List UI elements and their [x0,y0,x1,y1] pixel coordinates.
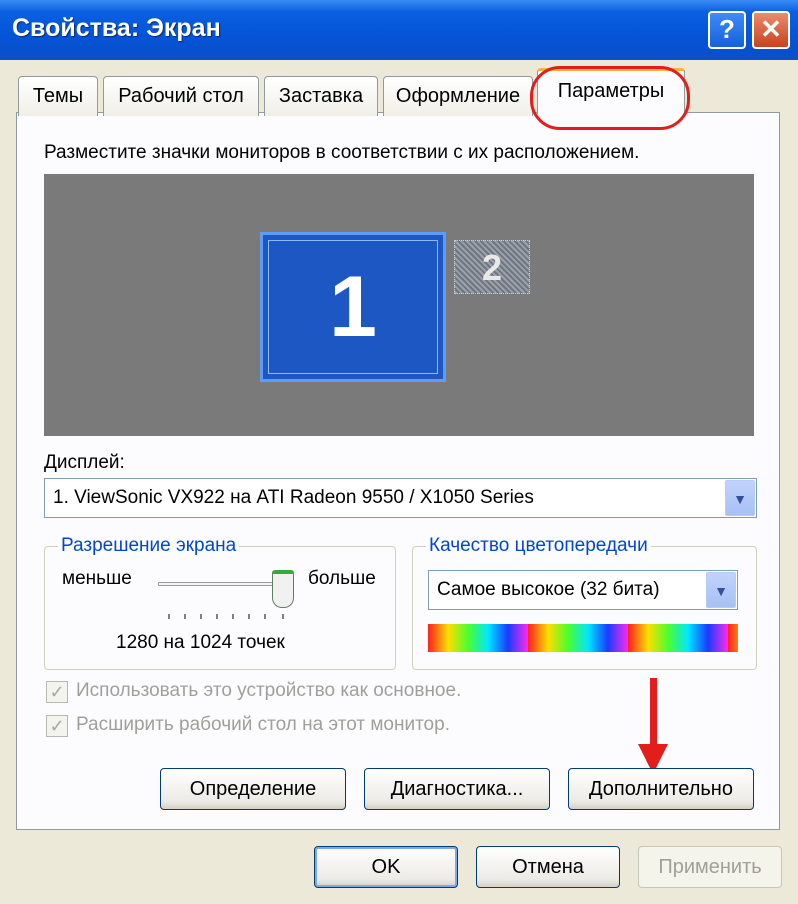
monitor-arrangement-area: 1 2 [44,174,754,436]
slider-tick [184,614,186,619]
monitor-1-selection [268,240,438,374]
arrange-instruction: Разместите значки мониторов в соответств… [44,142,640,163]
monitor-2[interactable]: 2 [454,240,530,294]
color-quality-select[interactable]: Самое высокое (32 бита) ▼ [428,570,738,610]
tab-highlight-circle [530,66,690,130]
tab-screensaver[interactable]: Заставка [264,76,378,116]
display-select-value: 1. ViewSonic VX922 на ATI Radeon 9550 / … [53,487,534,508]
slider-tick [264,614,266,619]
window-title: Свойства: Экран [12,14,221,42]
check-icon[interactable]: ✓ [46,681,68,703]
resolution-more-label: больше [308,568,376,589]
display-select[interactable]: 1. ViewSonic VX922 на ATI Radeon 9550 / … [44,478,757,518]
resolution-title: Разрешение экрана [58,535,240,557]
color-quality-title: Качество цветопередачи [426,535,651,557]
slider-tick [248,614,250,619]
tab-themes[interactable]: Темы [18,76,98,116]
apply-button[interactable]: Применить [638,846,782,888]
help-button[interactable]: ? [708,11,746,49]
slider-tick [216,614,218,619]
chevron-down-icon[interactable]: ▼ [706,572,736,608]
troubleshoot-button[interactable]: Диагностика... [364,768,550,810]
tab-appearance[interactable]: Оформление [383,76,533,116]
advanced-button[interactable]: Дополнительно [568,768,754,810]
resolution-slider-thumb[interactable] [272,570,294,608]
monitor-2-number: 2 [481,247,503,288]
primary-device-label: Использовать это устройство как основное… [76,680,462,701]
slider-tick [282,614,284,619]
color-quality-value: Самое высокое (32 бита) [437,579,660,600]
check-icon[interactable]: ✓ [46,715,68,737]
annotation-arrow-shaft [650,678,657,748]
display-label: Дисплей: [44,452,125,473]
slider-tick [232,614,234,619]
resolution-less-label: меньше [62,568,132,589]
monitor-1[interactable]: 1 [260,232,446,382]
slider-tick [168,614,170,619]
close-button[interactable]: ✕ [752,11,790,49]
extend-desktop-label: Расширить рабочий стол на этот монитор. [76,714,450,735]
title-bar: Свойства: Экран ? ✕ [0,0,798,60]
cancel-button[interactable]: Отмена [476,846,620,888]
resolution-value: 1280 на 1024 точек [116,632,285,653]
chevron-down-icon[interactable]: ▼ [725,480,755,516]
color-spectrum-bar [428,624,738,652]
tab-desktop[interactable]: Рабочий стол [103,76,259,116]
slider-tick [200,614,202,619]
identify-button[interactable]: Определение [160,768,346,810]
ok-button[interactable]: OK [314,846,458,888]
